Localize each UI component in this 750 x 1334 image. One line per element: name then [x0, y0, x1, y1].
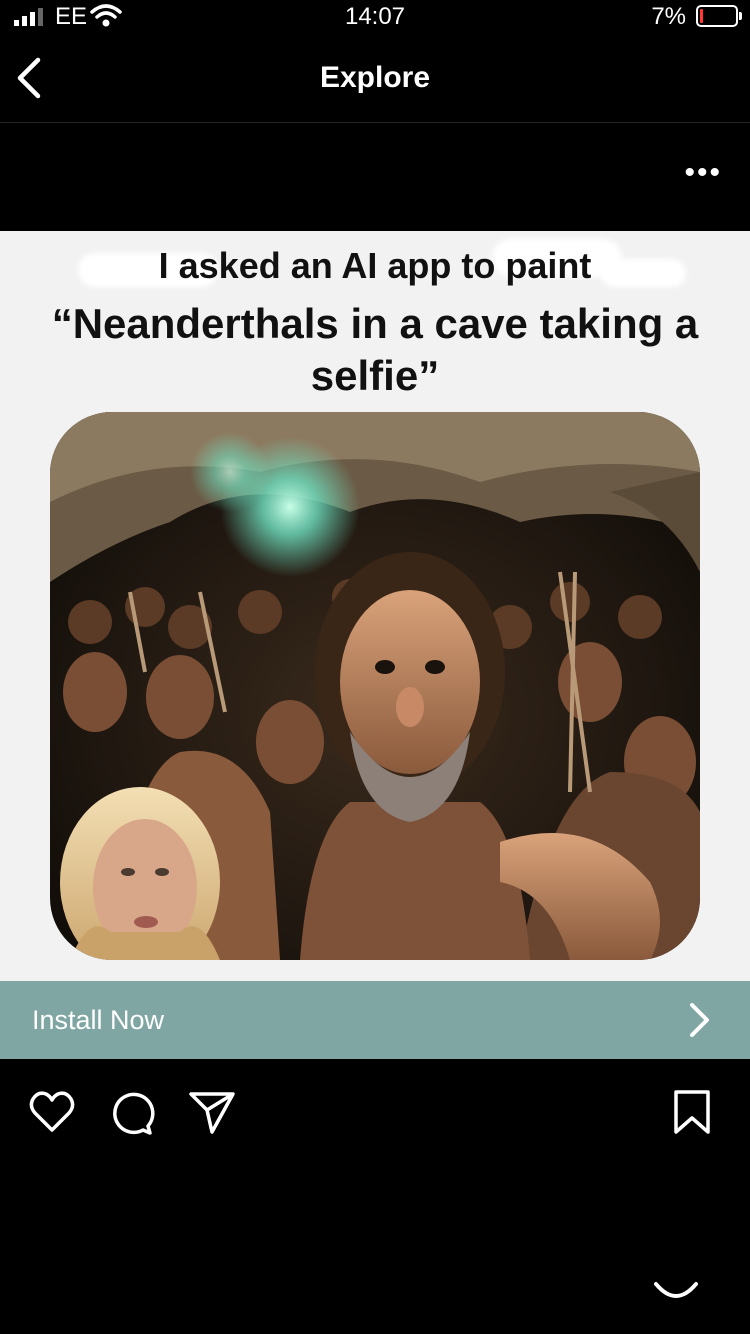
home-indicator-icon — [654, 1282, 698, 1298]
post-caption-line2: “Neanderthals in a cave taking a selfie” — [51, 300, 699, 399]
page-title: Explore — [319, 61, 431, 94]
clock: 14:07 — [344, 3, 406, 30]
nav-bar: Explore — [0, 34, 750, 123]
more-options-icon[interactable]: ••• — [684, 158, 722, 188]
battery-icon — [696, 5, 742, 27]
chevron-right-icon — [690, 1003, 709, 1037]
bookmark-icon[interactable] — [668, 1088, 716, 1136]
battery-percent: 7% — [651, 3, 686, 30]
cave-selfie-photo — [50, 412, 700, 960]
install-now-label: Install Now — [32, 1005, 165, 1035]
post-caption-line1: I asked an AI app to paint — [158, 245, 592, 286]
post-header: ••• — [0, 123, 750, 231]
share-send-icon[interactable] — [188, 1088, 236, 1136]
like-heart-icon[interactable] — [28, 1088, 76, 1136]
comment-icon[interactable] — [108, 1088, 156, 1136]
post-actions — [0, 1060, 750, 1160]
status-bar: EE 14:07 7% — [0, 0, 750, 34]
install-now-button[interactable]: Install Now — [0, 981, 750, 1059]
